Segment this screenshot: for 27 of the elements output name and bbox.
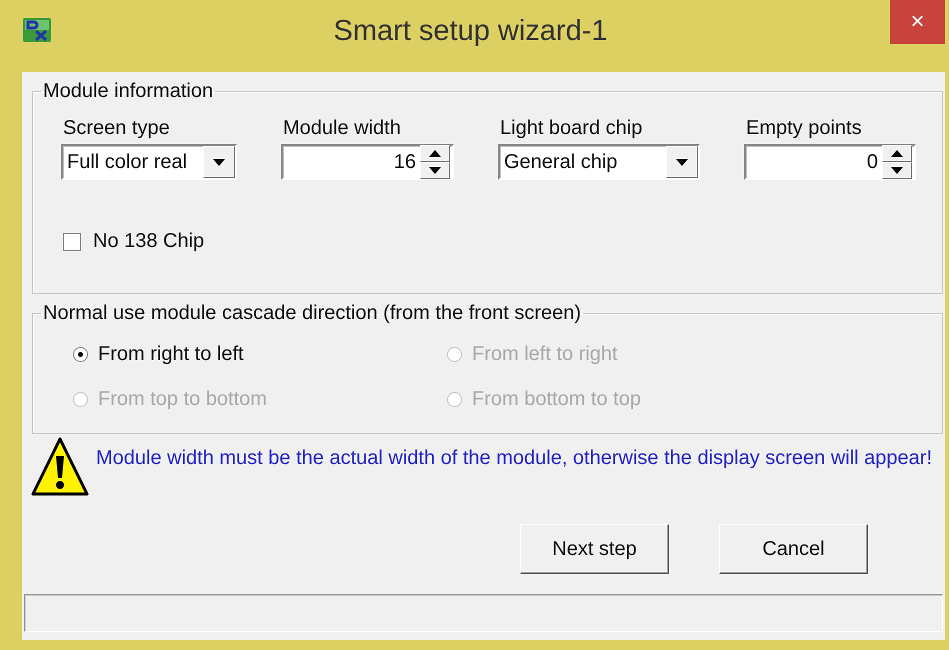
- field-label: Empty points: [745, 117, 862, 140]
- spin-down-button[interactable]: [882, 162, 912, 179]
- group-title: Normal use module cascade direction (from the front screen): [42, 302, 582, 325]
- checkbox[interactable]: No 138 Chip: [63, 230, 204, 253]
- number-field[interactable]: 0: [744, 144, 916, 180]
- number-field[interactable]: 16: [281, 144, 454, 180]
- field-value: 16: [394, 150, 416, 174]
- warning-message: Module width must be the actual width of the module, otherwise the display screen will appear!: [96, 446, 934, 471]
- group-title: Module information: [42, 80, 214, 103]
- dialog-button[interactable]: Next step: [520, 524, 669, 574]
- dialog-button[interactable]: Cancel: [719, 524, 868, 574]
- dropdown[interactable]: General chip: [498, 144, 700, 180]
- warning-icon: [30, 436, 90, 498]
- field-value: 0: [866, 150, 878, 174]
- app-logo-icon: [22, 17, 52, 43]
- spin-up-button[interactable]: [420, 145, 450, 162]
- spin-up-button[interactable]: [882, 145, 912, 162]
- field-label: Light board chip: [499, 117, 642, 140]
- dropdown-arrow-button[interactable]: [203, 146, 235, 178]
- field-label: Module width: [282, 117, 401, 140]
- spin-down-button[interactable]: [420, 162, 450, 179]
- radio-button[interactable]: From right to left: [73, 343, 447, 366]
- dropdown-arrow-button[interactable]: [666, 146, 698, 178]
- field-label: Screen type: [62, 117, 170, 140]
- close-button[interactable]: ×: [890, 0, 945, 44]
- dropdown[interactable]: Full color real: [61, 144, 237, 180]
- window-title: Smart setup wizard-1: [334, 14, 608, 48]
